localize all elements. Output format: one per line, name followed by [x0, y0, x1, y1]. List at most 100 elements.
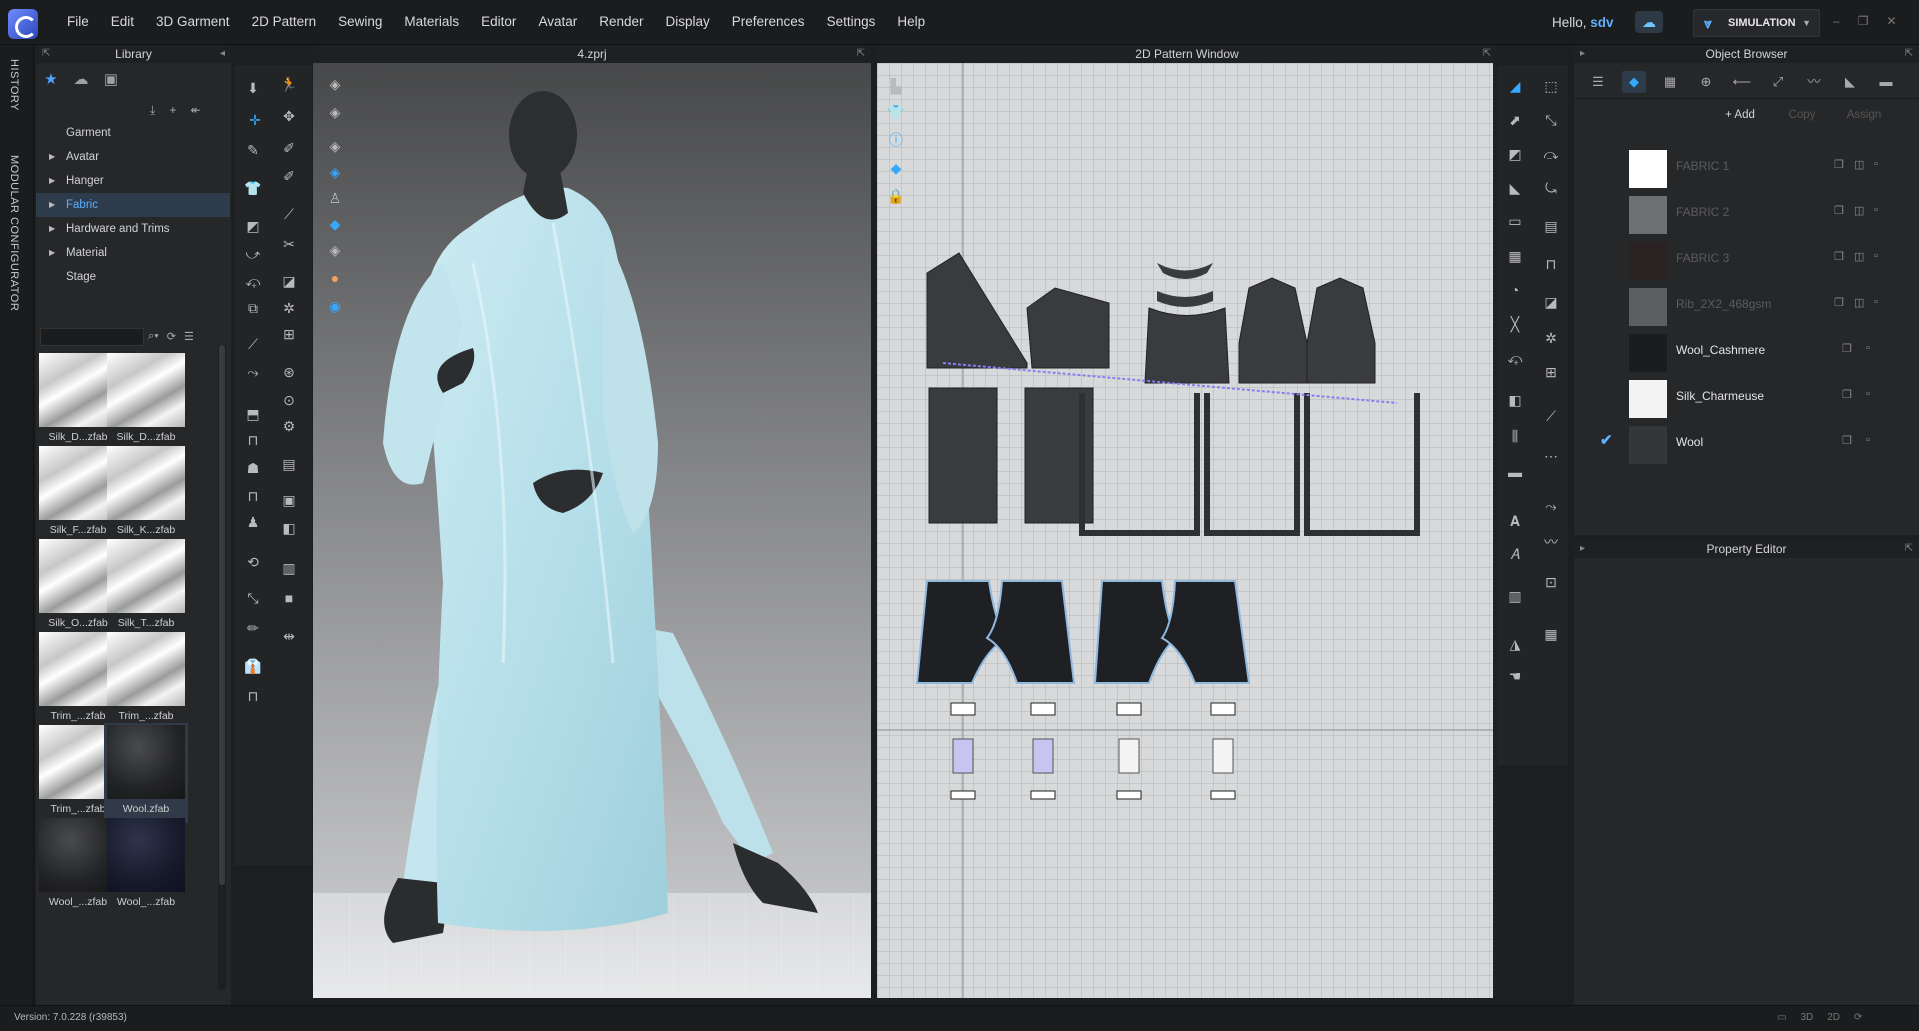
fabric-row[interactable]: Rib_2X2_468gsm ❐ ◫ ▫ — [1574, 281, 1919, 327]
add-icon[interactable]: + — [169, 103, 176, 118]
duplicate-icon[interactable]: ◫ — [1854, 204, 1864, 217]
tree-item-fabric[interactable]: ▶ Fabric — [36, 193, 230, 217]
button-tab-icon[interactable]: ⊕ — [1694, 71, 1718, 93]
local-library-icon[interactable]: ▣ — [98, 68, 124, 92]
copy-icon[interactable]: ❐ — [1834, 296, 1844, 309]
trim-tab-icon[interactable]: ◣ — [1838, 71, 1862, 93]
pattern-piece[interactable] — [1157, 263, 1213, 279]
copy-icon[interactable]: ❐ — [1834, 204, 1844, 217]
menu-settings[interactable]: Settings — [816, 14, 887, 29]
menu-2d-pattern[interactable]: 2D Pattern — [241, 14, 328, 29]
texture-icon[interactable]: ⬒ — [242, 403, 264, 425]
back-icon[interactable]: ↞ — [190, 103, 200, 118]
pattern-piece[interactable] — [1306, 277, 1376, 384]
shirt-icon[interactable]: 👔 — [242, 655, 264, 677]
fabric-swatch[interactable] — [1629, 288, 1667, 326]
pop-out-icon[interactable]: ⇱ — [1905, 540, 1913, 558]
topstitch-2d-icon[interactable]: ⋯ — [1540, 445, 1562, 467]
fabric-thumbnail[interactable]: Silk_D...zfab — [104, 351, 188, 451]
delete-icon[interactable]: ▫ — [1866, 388, 1870, 400]
delete-icon[interactable]: ▫ — [1866, 342, 1870, 354]
library-search-input[interactable] — [40, 328, 144, 346]
pin-icon[interactable]: ✎ — [242, 139, 264, 161]
camera-icon[interactable]: ⊡ — [1540, 571, 1562, 593]
dot-icon[interactable]: ⊙ — [278, 389, 300, 411]
tree-item-stage[interactable]: Stage — [36, 265, 230, 289]
fabric-row[interactable]: ✔ Wool ❐ ▫ — [1574, 419, 1919, 465]
menu-3d-garment[interactable]: 3D Garment — [145, 14, 241, 29]
hanger-icon[interactable]: ⊓ — [242, 429, 264, 451]
measure-icon[interactable]: ⟋ — [278, 203, 300, 225]
pop-out-icon[interactable]: ⇱ — [1483, 45, 1491, 63]
menu-editor[interactable]: Editor — [470, 14, 527, 29]
free-sewing-icon[interactable]: ✲ — [1540, 327, 1562, 349]
snap-icon[interactable]: ✲ — [278, 297, 300, 319]
fabric-row[interactable]: FABRIC 3 ❐ ◫ ▫ — [1574, 235, 1919, 281]
arrange-icon[interactable]: ⤽ — [242, 270, 264, 292]
menu-render[interactable]: Render — [588, 14, 654, 29]
delete-icon[interactable]: ▫ — [1866, 434, 1870, 446]
fabric-thumbnail[interactable]: Silk_T...zfab — [104, 537, 188, 637]
expand-arrow-icon[interactable]: ▶ — [49, 193, 55, 217]
tab-modular-configurator[interactable]: MODULAR CONFIGURATOR — [8, 155, 20, 311]
fabric-tab-icon[interactable]: ◆ — [1622, 71, 1646, 93]
minimize-icon[interactable]: – — [1833, 14, 1840, 28]
polygon-icon[interactable]: ◣ — [1504, 177, 1526, 199]
fabric-name[interactable]: Rib_2X2_468gsm — [1676, 297, 1771, 311]
view-mode-icon[interactable]: ▭ — [1777, 1012, 1786, 1023]
fabric-swatch[interactable] — [1629, 242, 1667, 280]
hand-icon[interactable]: ☚ — [1504, 665, 1526, 687]
pencil-icon[interactable]: ✏ — [242, 617, 264, 639]
dart-icon[interactable]: ⤿ — [1540, 177, 1562, 199]
collapse-icon[interactable]: ◂ — [220, 45, 225, 63]
fabric-name[interactable]: Wool_Cashmere — [1676, 343, 1765, 357]
delete-icon[interactable]: ▫ — [1874, 158, 1878, 170]
fold-line-icon[interactable]: ◔ — [1504, 279, 1526, 301]
fabric-row[interactable]: FABRIC 1 ❐ ◫ ▫ — [1574, 143, 1919, 189]
pattern-piece[interactable] — [926, 252, 1028, 369]
tree-item-avatar[interactable]: ▶ Avatar — [36, 145, 230, 169]
seam-icon[interactable]: ✂ — [278, 233, 300, 255]
collapse-icon[interactable]: ▸ — [1580, 45, 1585, 63]
tree-item-hanger[interactable]: ▶ Hanger — [36, 169, 230, 193]
pattern-piece[interactable] — [1079, 393, 1200, 536]
elastic-icon[interactable]: 〰 — [1540, 531, 1562, 553]
download-icon[interactable]: ⤓ — [150, 103, 155, 118]
pattern-piece[interactable] — [1026, 287, 1110, 369]
tree-item-garment[interactable]: Garment — [36, 121, 230, 145]
stack-icon[interactable]: ▥ — [278, 557, 300, 579]
menu-display[interactable]: Display — [655, 14, 721, 29]
rotate-pattern-icon[interactable]: ⤽ — [1504, 347, 1526, 369]
annotation-icon[interactable]: 𝐀 — [1504, 510, 1526, 532]
search-icon[interactable]: ⌕▾ — [148, 330, 159, 343]
expand-arrow-icon[interactable]: ▶ — [49, 169, 55, 193]
2d-canvas[interactable]: ▙ 👕 ⓘ ◆ 🔒 — [877, 63, 1493, 998]
pop-out-icon[interactable]: ⇱ — [857, 45, 865, 63]
tree-item-material[interactable]: ▶ Material — [36, 241, 230, 265]
layer-icon[interactable]: ◧ — [1504, 389, 1526, 411]
square-tool-icon[interactable]: ◧ — [278, 517, 300, 539]
fabric-name[interactable]: FABRIC 2 — [1676, 205, 1729, 219]
fabric-row[interactable]: Wool_Cashmere ❐ ▫ — [1574, 327, 1919, 373]
sewing-grid-icon[interactable]: ⊞ — [1540, 361, 1562, 383]
bag-icon[interactable]: ▣ — [278, 489, 300, 511]
zip-icon[interactable]: ☗ — [242, 457, 264, 479]
line-tab-icon[interactable]: ⟵ — [1730, 71, 1754, 93]
pattern-piece[interactable] — [985, 580, 1076, 684]
edit-pattern-icon[interactable]: ◢ — [1504, 75, 1526, 97]
pattern-piece[interactable] — [1238, 277, 1308, 384]
pattern-piece[interactable] — [1157, 291, 1213, 307]
garment-icon[interactable]: 👕 — [242, 177, 264, 199]
texture-pattern-icon[interactable]: ▦ — [1504, 245, 1526, 267]
fabric-swatch[interactable] — [1629, 196, 1667, 234]
fabric-name[interactable]: FABRIC 3 — [1676, 251, 1729, 265]
button-icon[interactable]: ⧉ — [242, 297, 264, 319]
view-mode-icon[interactable]: 2D — [1827, 1012, 1840, 1023]
library-scrollbar[interactable] — [218, 345, 226, 990]
fabric-swatch[interactable] — [1629, 150, 1667, 188]
seam-allowance-icon[interactable]: ▤ — [1540, 215, 1562, 237]
edit-curve-icon[interactable]: ⤡ — [1540, 109, 1562, 131]
expand-arrow-icon[interactable]: ▶ — [49, 145, 55, 169]
rectangle-icon[interactable]: ▭ — [1504, 210, 1526, 232]
symmetry-icon[interactable]: ◮ — [1504, 633, 1526, 655]
